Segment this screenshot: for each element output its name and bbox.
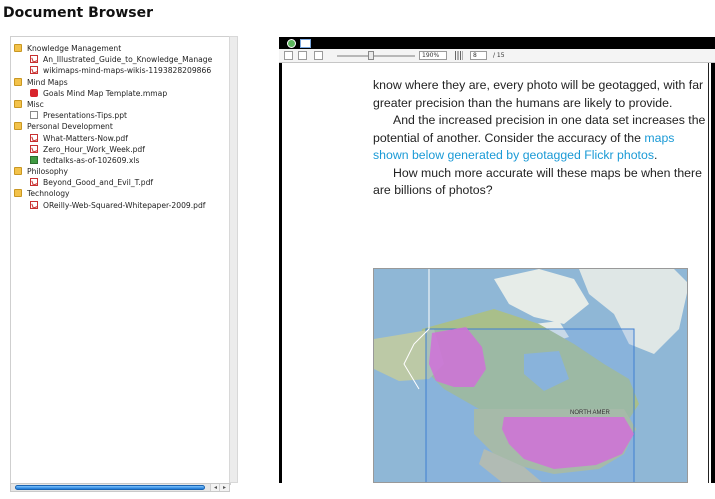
document-icon <box>30 111 38 120</box>
pdf-icon <box>30 144 38 153</box>
tree-folder[interactable]: Personal Development <box>14 121 230 132</box>
tree-item-label: An_Illustrated_Guide_to_Knowledge_Manage <box>43 55 213 65</box>
window-icon[interactable] <box>300 39 311 48</box>
tree-vertical-scrollbar[interactable] <box>229 36 238 483</box>
folder-icon <box>14 122 22 131</box>
tree-file[interactable]: Beyond_Good_and_Evil_T.pdf <box>14 177 230 188</box>
tree-item-label: Knowledge Management <box>27 44 122 53</box>
tree-file[interactable]: Goals Mind Map Template.mmap <box>14 88 230 99</box>
folder-icon <box>14 77 22 86</box>
paragraph-1: know where they are, every photo will be… <box>373 78 704 110</box>
document-body: know where they are, every photo will be… <box>373 77 711 200</box>
tree-item-label: wikimaps-mind-maps-wikis-1193828209866 <box>43 66 212 76</box>
tree-item-label: OReilly-Web-Squared-Whitepaper-2009.pdf <box>43 200 206 210</box>
tree-item-label: Mind Maps <box>27 77 68 87</box>
tree-folder[interactable]: Philosophy <box>14 166 230 177</box>
map-region-label: NORTH AMER <box>570 410 610 416</box>
tree-item-label: Philosophy <box>27 167 68 177</box>
zoom-field[interactable]: 190% <box>419 51 447 60</box>
fit-page-icon[interactable] <box>314 51 323 60</box>
tree-folder[interactable]: Knowledge Management <box>14 43 230 54</box>
paragraph-2-end: . <box>653 148 658 162</box>
page-title: Document Browser <box>3 5 153 21</box>
folder-icon <box>14 44 22 52</box>
pdf-icon <box>30 55 38 64</box>
document-tree: Knowledge Management An_Illustrated_Guide… <box>10 36 231 485</box>
viewer-titlebar <box>279 37 715 49</box>
viewer-toolbar: 190% 8 / 15 <box>279 49 715 63</box>
document-page[interactable]: know where they are, every photo will be… <box>282 63 711 483</box>
thumbnails-icon[interactable] <box>455 51 463 60</box>
tree-file[interactable]: Zero_Hour_Work_Week.pdf <box>14 144 230 155</box>
tree-item-label: Personal Development <box>27 122 113 132</box>
tree-file[interactable]: An_Illustrated_Guide_to_Knowledge_Manage <box>14 54 230 65</box>
pdf-icon <box>30 66 38 75</box>
tree-file[interactable]: tedtalks-as-of-102609.xls <box>14 155 230 166</box>
tree-list: Knowledge Management An_Illustrated_Guide… <box>14 43 230 211</box>
tree-item-label: What-Matters-Now.pdf <box>43 133 128 143</box>
tree-item-label: Beyond_Good_and_Evil_T.pdf <box>43 178 154 188</box>
spreadsheet-icon <box>30 155 38 164</box>
geotag-map-image: NORTH AMER <box>373 268 688 483</box>
fit-width-icon[interactable] <box>298 51 307 60</box>
tree-file[interactable]: What-Matters-Now.pdf <box>14 133 230 144</box>
pdf-icon <box>30 178 38 187</box>
paragraph-3: How much more accurate will these maps b… <box>373 165 702 198</box>
page-total: / 15 <box>493 52 505 59</box>
print-icon[interactable] <box>284 51 293 60</box>
page-number-field[interactable]: 8 <box>470 51 487 60</box>
scrollbar-thumb[interactable] <box>15 485 205 490</box>
folder-icon <box>14 167 22 176</box>
viewer-edge <box>711 63 715 483</box>
pdf-icon <box>30 133 38 142</box>
tree-file[interactable]: Presentations-Tips.ppt <box>14 110 230 121</box>
tree-folder[interactable]: Mind Maps <box>14 77 230 88</box>
paragraph-2: And the increased precision in one data … <box>373 112 711 165</box>
tree-horizontal-scrollbar[interactable]: ◂ ▸ <box>10 483 230 492</box>
mindmap-file-icon <box>30 88 38 97</box>
tree-item-label: Goals Mind Map Template.mmap <box>43 88 168 98</box>
globe-icon[interactable] <box>287 39 296 48</box>
tree-folder[interactable]: Misc <box>14 99 230 110</box>
tree-item-label: Technology <box>27 189 70 199</box>
pdf-icon <box>30 200 38 209</box>
scroll-right-button[interactable]: ▸ <box>219 484 229 491</box>
tree-item-label: Zero_Hour_Work_Week.pdf <box>43 144 145 154</box>
tree-file[interactable]: wikimaps-mind-maps-wikis-1193828209866 <box>14 65 230 76</box>
tree-file[interactable]: OReilly-Web-Squared-Whitepaper-2009.pdf <box>14 200 230 211</box>
zoom-slider-handle[interactable] <box>368 51 374 60</box>
tree-folder[interactable]: Technology <box>14 188 230 199</box>
zoom-slider-track[interactable] <box>337 55 415 57</box>
tree-item-label: Misc <box>27 99 44 109</box>
tree-item-label: tedtalks-as-of-102609.xls <box>43 155 140 165</box>
folder-icon <box>14 99 22 108</box>
tree-item-label: Presentations-Tips.ppt <box>43 111 128 121</box>
folder-icon <box>14 189 22 198</box>
north-america-map <box>374 269 687 482</box>
page-gap <box>708 63 709 483</box>
pdf-viewer: 190% 8 / 15 know where they are, every p… <box>279 37 715 483</box>
